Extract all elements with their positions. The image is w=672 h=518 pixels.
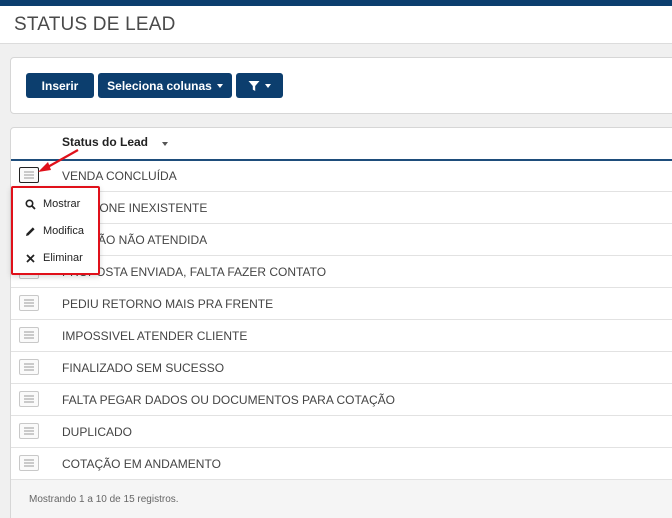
sort-caret-icon[interactable] — [162, 142, 168, 146]
row-status-text: VENDA CONCLUÍDA — [62, 169, 177, 183]
row-status-text: PEDIU RETORNO MAIS PRA FRENTE — [62, 297, 274, 311]
pagination-info: Mostrando 1 a 10 de 15 registros. — [29, 494, 179, 505]
page-title: STATUS DE LEAD — [14, 14, 176, 35]
menu-item-label: Eliminar — [43, 252, 83, 264]
row-menu-button[interactable] — [19, 359, 39, 375]
toolbar-panel: Inserir Seleciona colunas — [10, 57, 672, 114]
list-icon — [24, 331, 34, 339]
list-icon — [24, 459, 34, 467]
close-icon — [24, 252, 36, 264]
insert-button-label: Inserir — [41, 78, 79, 93]
table-row: DUPLICADO — [11, 416, 672, 448]
table-row: IMPOSSIVEL ATENDER CLIENTE — [11, 320, 672, 352]
pencil-icon — [24, 225, 36, 237]
table-row: PROPOSTA ENVIADA, FALTA FAZER CONTATO — [11, 256, 672, 288]
row-menu-button[interactable] — [19, 167, 39, 183]
search-icon — [24, 198, 36, 210]
menu-item-label: Modifica — [43, 225, 84, 237]
row-status-text: FALTA PEGAR DADOS OU DOCUMENTOS PARA COT… — [62, 393, 395, 407]
table-row: PEDIU RETORNO MAIS PRA FRENTE — [11, 288, 672, 320]
row-status-text: IMPOSSIVEL ATENDER CLIENTE — [62, 329, 248, 343]
row-menu-button[interactable] — [19, 327, 39, 343]
table-row: COTAÇÃO EM ANDAMENTO — [11, 448, 672, 480]
table-footer: Mostrando 1 a 10 de 15 registros. — [11, 480, 672, 518]
table-row: FALTA PEGAR DADOS OU DOCUMENTOS PARA COT… — [11, 384, 672, 416]
filter-button[interactable] — [236, 73, 283, 98]
list-icon — [24, 427, 34, 435]
caret-down-icon — [265, 83, 271, 88]
row-menu-button[interactable] — [19, 423, 39, 439]
table-panel: Status do Lead VENDA CONCLUÍDA TELEFONE I… — [10, 127, 672, 518]
filter-icon — [248, 80, 260, 91]
column-header-status[interactable]: Status do Lead — [62, 135, 148, 149]
row-status-text: FINALIZADO SEM SUCESSO — [62, 361, 225, 375]
row-menu-button[interactable] — [19, 295, 39, 311]
list-icon — [24, 299, 34, 307]
row-menu-button[interactable] — [19, 391, 39, 407]
table-row: LIGAÇÃO NÃO ATENDIDA — [11, 224, 672, 256]
table-row: FINALIZADO SEM SUCESSO — [11, 352, 672, 384]
menu-item-show[interactable]: Mostrar — [13, 192, 98, 216]
row-status-text: DUPLICADO — [62, 425, 133, 439]
list-icon — [24, 395, 34, 403]
title-bar: STATUS DE LEAD — [0, 6, 672, 44]
caret-down-icon — [216, 83, 223, 88]
insert-button[interactable]: Inserir — [26, 73, 94, 98]
list-icon — [24, 171, 34, 179]
select-columns-label: Seleciona colunas — [107, 78, 212, 93]
menu-item-label: Mostrar — [43, 198, 81, 210]
list-icon — [24, 363, 34, 371]
row-menu-button[interactable] — [19, 455, 39, 471]
row-context-menu: Mostrar Modifica Eliminar — [11, 186, 100, 275]
table-row: VENDA CONCLUÍDA — [11, 160, 672, 192]
select-columns-button[interactable]: Seleciona colunas — [98, 73, 232, 98]
table-row: TELEFONE INEXISTENTE — [11, 192, 672, 224]
table-header: Status do Lead — [11, 128, 672, 161]
row-status-text: PROPOSTA ENVIADA, FALTA FAZER CONTATO — [62, 265, 327, 279]
menu-item-modify[interactable]: Modifica — [13, 219, 98, 243]
row-status-text: COTAÇÃO EM ANDAMENTO — [62, 457, 221, 471]
menu-item-delete[interactable]: Eliminar — [13, 246, 98, 270]
